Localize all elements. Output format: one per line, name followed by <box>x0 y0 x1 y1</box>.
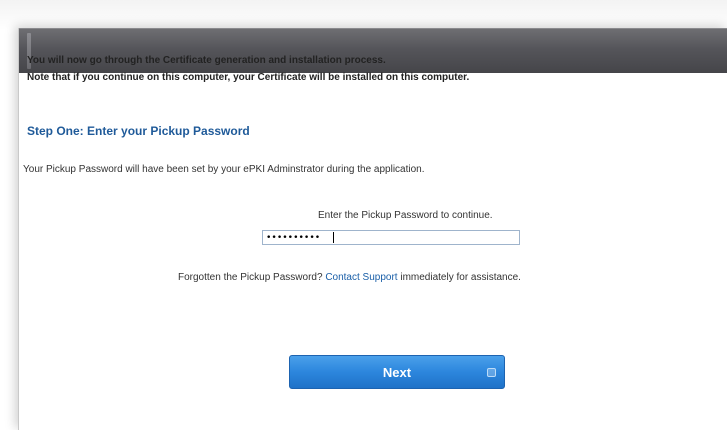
intro-text: You will now go through the Certificate … <box>27 52 469 86</box>
arrow-icon <box>487 368 496 377</box>
next-button[interactable]: Next <box>289 355 505 389</box>
contact-support-link[interactable]: Contact Support <box>325 272 397 283</box>
next-button-label: Next <box>382 365 412 380</box>
help-suffix: immediately for assistance. <box>397 272 521 283</box>
help-text: Forgotten the Pickup Password? Contact S… <box>178 272 521 283</box>
password-label: Enter the Pickup Password to continue. <box>318 210 493 221</box>
step-description: Your Pickup Password will have been set … <box>23 164 425 175</box>
screen: You will now go through the Certificate … <box>0 0 727 430</box>
step-title: Step One: Enter your Pickup Password <box>27 124 250 138</box>
text-caret <box>333 232 334 243</box>
intro-line-1: You will now go through the Certificate … <box>27 55 386 66</box>
help-prefix: Forgotten the Pickup Password? <box>178 272 326 283</box>
intro-line-2: Note that if you continue on this comput… <box>27 72 470 83</box>
pickup-password-input[interactable] <box>262 230 520 245</box>
